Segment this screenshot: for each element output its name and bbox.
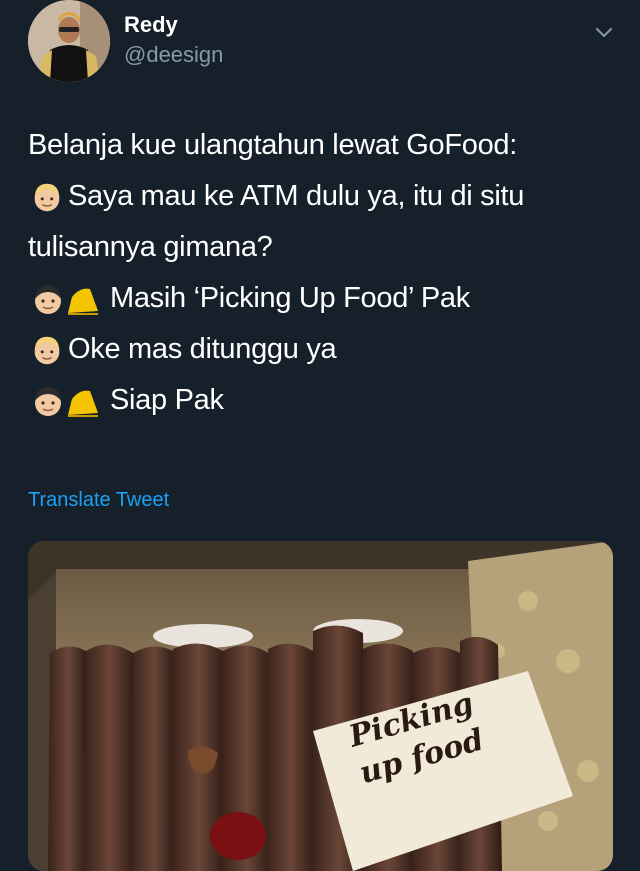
tweet-line-text: Oke mas ditunggu ya [68, 333, 337, 365]
tweet-line: Masih ‘Picking Up Food’ Pak [28, 273, 618, 324]
blond-man-emoji-icon [28, 178, 66, 216]
tweet-line-text: Belanja kue ulangtahun lewat GoFood: [28, 129, 517, 161]
tweet-line-text: tulisannya gimana? [28, 231, 273, 263]
tweet-line-text: Masih ‘Picking Up Food’ Pak [110, 282, 470, 314]
translate-tweet-link[interactable]: Translate Tweet [28, 489, 169, 512]
avatar-photo [28, 0, 110, 82]
tweet-line: tulisannya gimana? [28, 222, 618, 273]
driver-helmet-emoji-icon [28, 279, 100, 319]
tweet-line-text: Siap Pak [110, 384, 224, 416]
author-handle[interactable]: @deesign [124, 42, 223, 68]
tweet-line: Oke mas ditunggu ya [28, 324, 618, 375]
tweet-line: Belanja kue ulangtahun lewat GoFood: [28, 120, 618, 171]
tweet-line: Siap Pak [28, 375, 618, 426]
driver-helmet-emoji-icon [28, 381, 100, 421]
avatar[interactable] [28, 0, 110, 82]
blond-man-emoji-icon [28, 331, 66, 369]
tweet-line-text: Saya mau ke ATM dulu ya, itu di situ [68, 180, 525, 212]
author-name[interactable]: Redy [124, 12, 178, 38]
chevron-down-icon[interactable] [592, 20, 616, 44]
tweet-line: Saya mau ke ATM dulu ya, itu di situ [28, 171, 618, 222]
tweet-text: Belanja kue ulangtahun lewat GoFood: Say… [28, 120, 618, 426]
